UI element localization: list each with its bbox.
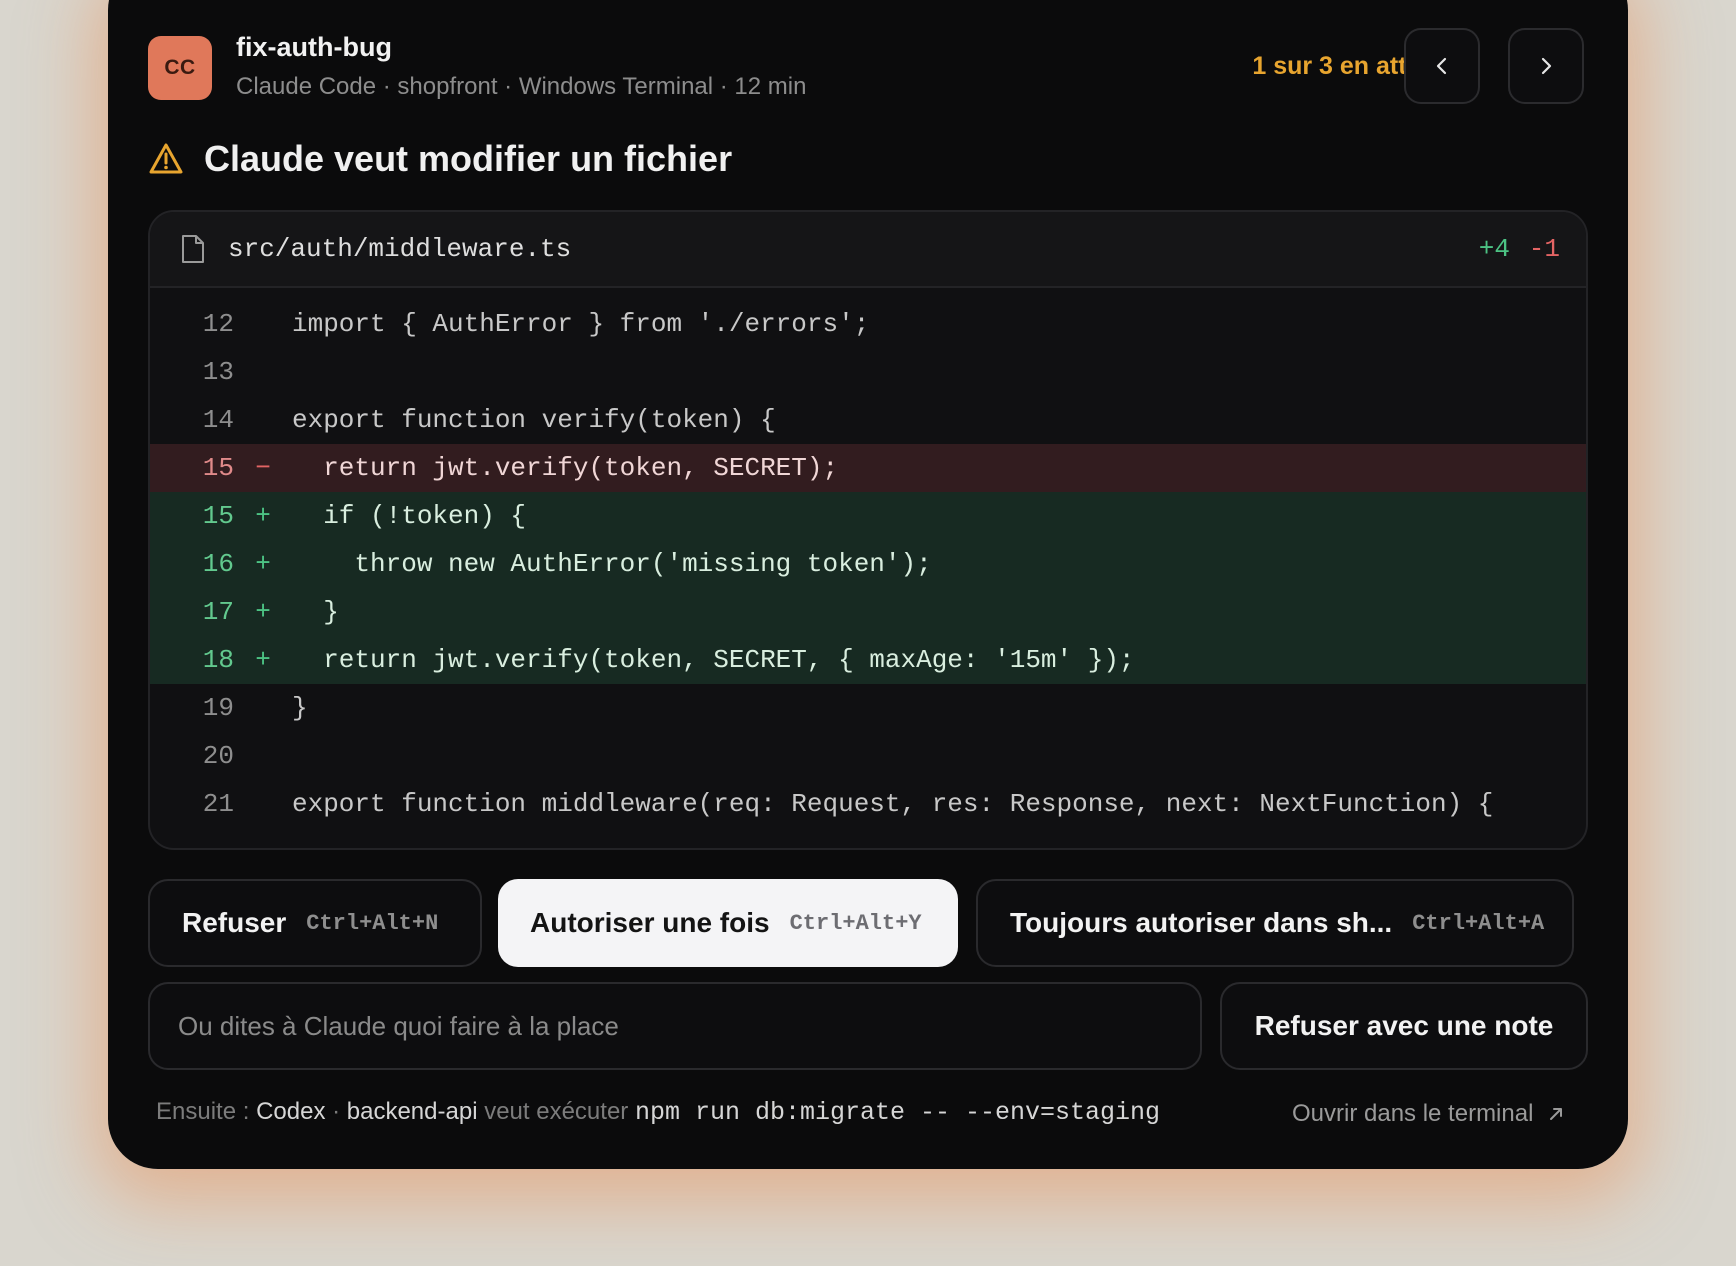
code-text: throw new AuthError('missing token'); (292, 549, 932, 579)
line-number: 13 (202, 357, 234, 387)
next-command: npm run db:migrate -- --env=staging (634, 1098, 1161, 1127)
line-number: 20 (202, 741, 234, 771)
code-text: } (292, 597, 339, 627)
previous-request-button[interactable] (1404, 28, 1480, 104)
diff-viewer: src/auth/middleware.ts +4 -1 12 import { … (148, 210, 1588, 850)
next-prefix: Ensuite : (156, 1098, 257, 1125)
instruction-input[interactable] (150, 984, 1200, 1068)
chevron-right-icon (1541, 57, 1552, 75)
app-avatar: CC (148, 36, 212, 100)
line-number: 14 (202, 405, 234, 435)
next-request-button[interactable] (1508, 28, 1584, 104)
diff-line-ctx: 19} (150, 684, 1586, 732)
deny-button[interactable]: Refuser Ctrl+Alt+N (148, 879, 482, 967)
next-request-info: Ensuite : Codex · backend-api veut exécu… (156, 1098, 1160, 1127)
open-terminal-label: Ouvrir dans le terminal (1292, 1100, 1534, 1127)
diff-lines: 12 import { AuthError } from './errors'; 1… (150, 300, 1586, 828)
line-number: 15 (202, 501, 234, 531)
session-subtitle: Claude Code · shopfront · Windows Termin… (236, 73, 807, 100)
next-separator: · (325, 1098, 347, 1125)
allow-once-button[interactable]: Autoriser une fois Ctrl+Alt+Y (498, 879, 958, 967)
diff-marker: + (255, 645, 271, 675)
open-terminal-link[interactable]: Ouvrir dans le terminal (1292, 1100, 1565, 1128)
diff-line-del: 15− return jwt.verify(token, SECRET); (150, 444, 1586, 492)
external-link-icon (1550, 1108, 1563, 1120)
allow-once-label: Autoriser une fois (530, 907, 770, 938)
instruction-input-wrapper (148, 982, 1202, 1070)
diff-line-add: 18 + return jwt.verify(token, SECRET, { m… (150, 636, 1586, 684)
deletions-count: -1 (1528, 234, 1560, 264)
code-text: export function verify(token) { (292, 405, 776, 435)
diff-line-ctx: 21 export function middleware(req: Reques… (150, 780, 1586, 828)
next-project: backend-api (346, 1098, 478, 1125)
diff-marker: + (255, 597, 271, 627)
additions-count: +4 (1478, 234, 1510, 264)
chevron-left-icon (1436, 57, 1447, 75)
line-number: 12 (202, 309, 234, 339)
file-header: src/auth/middleware.ts +4 -1 (150, 212, 1586, 288)
line-number: 15 (202, 453, 234, 483)
code-text: return jwt.verify(token, SECRET); (292, 453, 839, 483)
diff-line-add: 16 + throw new AuthError('missing token')… (150, 540, 1586, 588)
always-allow-label: Toujours autoriser dans sh... (1010, 907, 1393, 938)
line-number: 19 (202, 693, 234, 723)
diff-line-add: 17 + } (150, 588, 1586, 636)
diff-line-ctx: 13 (150, 348, 1586, 396)
file-icon (182, 235, 204, 263)
code-text: } (292, 693, 308, 723)
next-middle: veut exécuter (477, 1098, 635, 1125)
file-path: src/auth/middleware.ts (228, 234, 572, 264)
diff-line-ctx: 14 export function verify(token) { (150, 396, 1586, 444)
deny-with-note-button[interactable]: Refuser avec une note (1220, 982, 1588, 1070)
permission-panel: CC fix-auth-bug Claude Code · shopfront … (108, 0, 1628, 1169)
line-number: 18 (202, 645, 234, 675)
next-agent: Codex (256, 1098, 326, 1125)
diff-line-ctx: 12 import { AuthError } from './errors'; (150, 300, 1586, 348)
warning-icon (149, 143, 183, 174)
always-allow-button[interactable]: Toujours autoriser dans sh... Ctrl+Alt+A (976, 879, 1574, 967)
code-text: export function middleware(req: Request,… (292, 789, 1494, 819)
session-title: fix-auth-bug (236, 32, 392, 62)
code-text: return jwt.verify(token, SECRET, { maxAg… (292, 645, 1135, 675)
diff-marker: + (255, 549, 271, 579)
code-text: if (!token) { (292, 501, 527, 531)
deny-shortcut: Ctrl+Alt+N (306, 910, 439, 936)
diff-line-add: 15 + if (!token) { (150, 492, 1586, 540)
deny-label: Refuser (182, 907, 287, 938)
allow-once-shortcut: Ctrl+Alt+Y (789, 910, 922, 936)
code-text: import { AuthError } from './errors'; (292, 309, 870, 339)
diff-line-ctx: 20 (150, 732, 1586, 780)
request-heading: Claude veut modifier un fichier (204, 138, 733, 179)
diff-marker: + (255, 501, 271, 531)
line-number: 17 (202, 597, 234, 627)
line-number: 16 (202, 549, 234, 579)
diff-marker: − (255, 453, 271, 483)
always-allow-shortcut: Ctrl+Alt+A (1412, 910, 1545, 936)
line-number: 21 (202, 789, 234, 819)
